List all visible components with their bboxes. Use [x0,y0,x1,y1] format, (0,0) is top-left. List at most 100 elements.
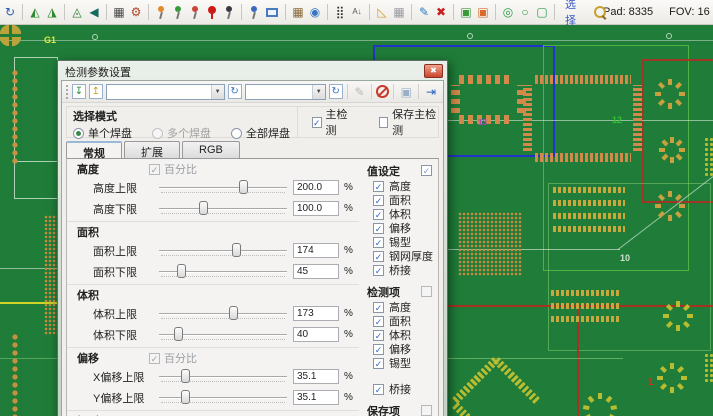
tools-icon[interactable]: ⚙ [128,4,144,20]
tab-1[interactable]: 扩展 [124,141,180,158]
radio-icon[interactable] [152,128,163,139]
slider[interactable] [159,326,287,344]
checkbox-icon[interactable]: ✓ [149,353,160,364]
checkbox-icon[interactable]: ✓ [373,330,384,341]
profile-combo-2[interactable]: ▼ [245,84,326,100]
value-input[interactable]: 100.0 [293,201,339,216]
chart-icon[interactable]: ✎ [352,84,368,100]
checkbox-icon[interactable]: ✓ [373,316,384,327]
mode-radio-1[interactable]: 多个焊盘 [152,125,211,141]
radio-icon[interactable] [73,128,84,139]
close-button[interactable]: ✖ [424,64,443,78]
delete-icon[interactable]: ✖ [433,4,449,20]
check-item[interactable]: ✓钢网厚度 [373,250,436,262]
check-item[interactable]: ✓锡型 [373,357,436,369]
checkbox-icon[interactable]: ✓ [373,223,384,234]
value-input[interactable]: 40 [293,327,339,342]
master-checkbox[interactable] [421,405,432,416]
slider[interactable] [159,368,287,386]
check-item[interactable]: ✓桥接 [373,383,436,395]
value-input[interactable]: 174 [293,243,339,258]
slider[interactable] [159,389,287,407]
green-doc-icon[interactable]: ▣ [458,4,474,20]
checkbox-icon[interactable]: ✓ [373,358,384,369]
stop-icon[interactable]: ▢ [534,4,550,20]
rect-select-icon[interactable] [266,8,278,17]
slider[interactable] [159,179,287,197]
ruler-icon[interactable]: ◺ [374,4,390,20]
master-checkbox[interactable]: ✓ [421,165,432,176]
slider-thumb[interactable] [232,243,241,257]
check-item[interactable]: ✓偏移 [373,222,436,234]
slider-thumb[interactable] [177,264,186,278]
save-icon[interactable]: ▣ [398,84,414,100]
profile-combo-1[interactable]: ▼ [106,84,225,100]
pin-green-icon[interactable] [173,5,183,20]
blocks-icon[interactable]: ⣿ [332,4,348,20]
slider[interactable] [159,242,287,260]
value-input[interactable]: 35.1 [293,390,339,405]
check-item[interactable]: ✓偏移 [373,343,436,355]
pin-orange-icon[interactable] [156,5,166,20]
slider-thumb[interactable] [239,180,248,194]
value-input[interactable]: 45 [293,264,339,279]
checkbox-icon[interactable]: ✓ [373,302,384,313]
prism-icon[interactable]: ◬ [69,4,85,20]
checkbox-icon[interactable]: ✓ [373,251,384,262]
check-item[interactable]: ✓体积 [373,329,436,341]
slider[interactable] [159,305,287,323]
select-mode-label[interactable]: 选择 [565,0,576,28]
mode-check-0[interactable]: ✓主检测 [312,106,353,138]
board-icon[interactable]: ▦ [290,4,306,20]
slider[interactable] [159,200,287,218]
value-input[interactable]: 200.0 [293,180,339,195]
image-icon[interactable]: ▦ [111,4,127,20]
radio-icon[interactable] [231,128,242,139]
record-icon[interactable]: ◎ [500,4,516,20]
value-input[interactable]: 35.1 [293,369,339,384]
slider[interactable] [159,263,287,281]
pan-rotate-icon[interactable]: ↻ [2,4,18,20]
checkbox-icon[interactable]: ✓ [312,117,322,128]
check-item[interactable]: ✓桥接 [373,264,436,276]
slider-thumb[interactable] [174,327,183,341]
slider-thumb[interactable] [229,306,238,320]
marker-icon[interactable] [207,5,217,20]
orange-doc-icon[interactable]: ▣ [475,4,491,20]
slider-thumb[interactable] [181,390,190,404]
chart-edit-icon[interactable]: ✎ [416,4,432,20]
sort-az-icon[interactable]: A↓ [349,4,365,20]
percent-checkbox[interactable]: ✓百分比 [149,161,197,177]
checkbox-icon[interactable]: ✓ [373,344,384,355]
load-profile-icon[interactable]: ↥ [89,84,103,99]
checkbox-icon[interactable]: ✓ [373,181,384,192]
tab-2[interactable]: RGB [182,141,240,158]
slider-thumb[interactable] [199,201,208,215]
value-input[interactable]: 173 [293,306,339,321]
apply-profile2-icon[interactable]: ↻ [329,84,343,99]
forbid-icon[interactable] [376,85,389,98]
checkbox-icon[interactable]: ✓ [373,195,384,206]
check-item[interactable]: ✓面积 [373,315,436,327]
check-item[interactable]: ✓面积 [373,194,436,206]
checkbox-icon[interactable]: ✓ [149,164,160,175]
mode-radio-0[interactable]: 单个焊盘 [73,125,132,141]
master-checkbox[interactable] [421,286,432,297]
measure-a-icon[interactable]: ◭ [27,4,43,20]
pin-blue-icon[interactable] [249,5,259,20]
dialog-titlebar[interactable]: 检测参数设置 ✖ [61,64,444,80]
camera-icon[interactable]: ◉ [307,4,323,20]
measure-b-icon[interactable]: ◮ [44,4,60,20]
checkbox-icon[interactable]: ✓ [373,265,384,276]
horn-icon[interactable]: ◀ [86,4,102,20]
circle-icon[interactable]: ○ [517,4,533,20]
apply-profile-icon[interactable]: ↻ [228,84,242,99]
check-item[interactable]: ✓锡型 [373,236,436,248]
mode-check-1[interactable]: 保存主检测 [379,106,438,138]
check-item[interactable]: ✓高度 [373,180,436,192]
checkbox-icon[interactable] [379,117,389,128]
percent-checkbox[interactable]: ✓百分比 [149,350,197,366]
grid-icon[interactable]: ▦ [391,4,407,20]
tab-0[interactable]: 常规 [66,141,122,158]
checkbox-icon[interactable]: ✓ [373,384,384,395]
